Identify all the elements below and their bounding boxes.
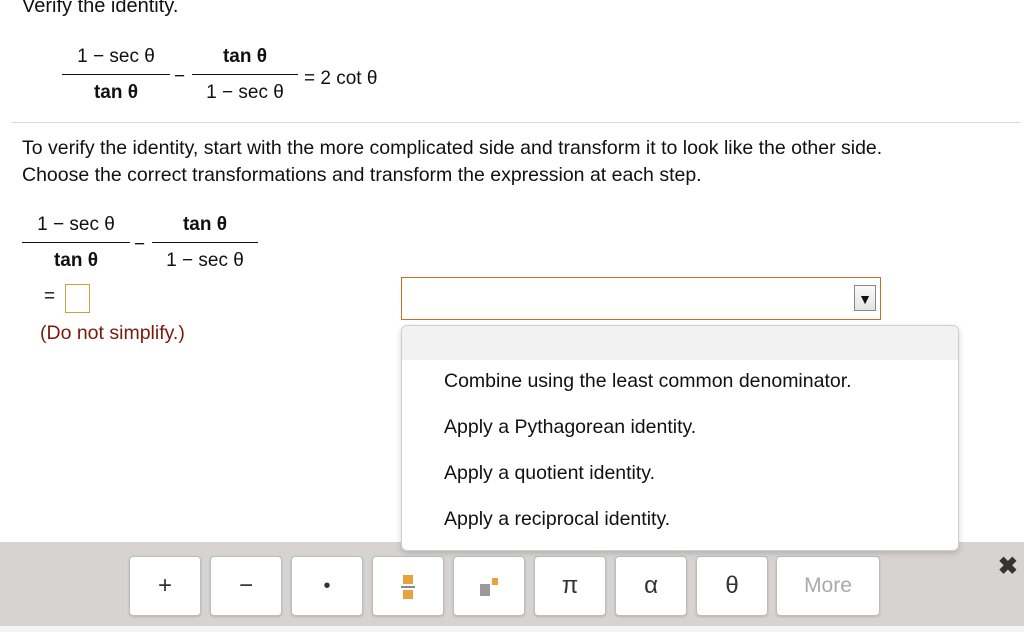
multiply-dot-button[interactable]: •	[291, 556, 363, 616]
identity-fraction-2: tan θ 1 − sec θ	[192, 44, 298, 106]
dropdown-option-pythagorean[interactable]: Apply a Pythagorean identity.	[444, 416, 696, 439]
math-toolbar: + − • π α θ More	[0, 542, 1024, 626]
hint-note: (Do not simplify.)	[40, 322, 185, 344]
identity-rhs: = 2 cot θ	[304, 68, 378, 89]
identity-fraction-1: 1 − sec θ tan θ	[62, 44, 170, 106]
dropdown-option-reciprocal[interactable]: Apply a reciprocal identity.	[444, 508, 670, 531]
close-icon[interactable]: ✖	[998, 552, 1018, 581]
more-button[interactable]: More	[776, 556, 880, 616]
instructions-line-2: Choose the correct transformations and t…	[22, 164, 702, 186]
work-numerator-1: 1 − sec θ	[37, 214, 115, 235]
instructions-line-1: To verify the identity, start with the m…	[22, 137, 883, 159]
work-fraction-1: 1 − sec θ tan θ	[22, 212, 130, 274]
plus-button[interactable]: +	[129, 556, 201, 616]
minus-button[interactable]: −	[210, 556, 282, 616]
identity-denominator-2: 1 − sec θ	[206, 82, 284, 103]
instructions: To verify the identity, start with the m…	[22, 135, 1022, 189]
identity-minus: −	[174, 66, 186, 87]
exponent-button[interactable]	[453, 556, 525, 616]
dropdown-arrow-icon[interactable]: ▼	[854, 285, 876, 311]
identity-numerator-1: 1 − sec θ	[77, 46, 155, 67]
work-numerator-2: tan θ	[182, 214, 228, 235]
fraction-icon	[401, 574, 415, 599]
work-denominator-2: 1 − sec θ	[166, 250, 244, 271]
transformation-dropdown-menu: Combine using the least common denominat…	[401, 325, 959, 551]
work-denominator-1: tan θ	[53, 250, 99, 271]
fraction-bar	[152, 242, 258, 243]
fraction-button[interactable]	[372, 556, 444, 616]
equals-sign: =	[44, 286, 56, 307]
transformation-select[interactable]: ▼	[401, 277, 881, 320]
answer-input[interactable]	[65, 284, 90, 313]
identity-denominator-1: tan θ	[93, 82, 139, 103]
problem-title: Verify the identity.	[22, 0, 179, 17]
divider	[12, 122, 1020, 123]
work-fraction-2: tan θ 1 − sec θ	[152, 212, 258, 274]
dropdown-option-lcd[interactable]: Combine using the least common denominat…	[444, 370, 852, 393]
work-minus: −	[134, 234, 146, 255]
dropdown-option-blank[interactable]	[402, 326, 958, 360]
exponent-icon	[480, 577, 498, 596]
theta-button[interactable]: θ	[696, 556, 768, 616]
dropdown-option-quotient[interactable]: Apply a quotient identity.	[444, 462, 655, 485]
bottom-strip	[0, 626, 1024, 632]
identity-numerator-2: tan θ	[222, 46, 268, 67]
alpha-button[interactable]: α	[615, 556, 687, 616]
pi-button[interactable]: π	[534, 556, 606, 616]
fraction-bar	[22, 242, 130, 243]
fraction-bar	[62, 74, 170, 75]
fraction-bar	[192, 74, 298, 75]
